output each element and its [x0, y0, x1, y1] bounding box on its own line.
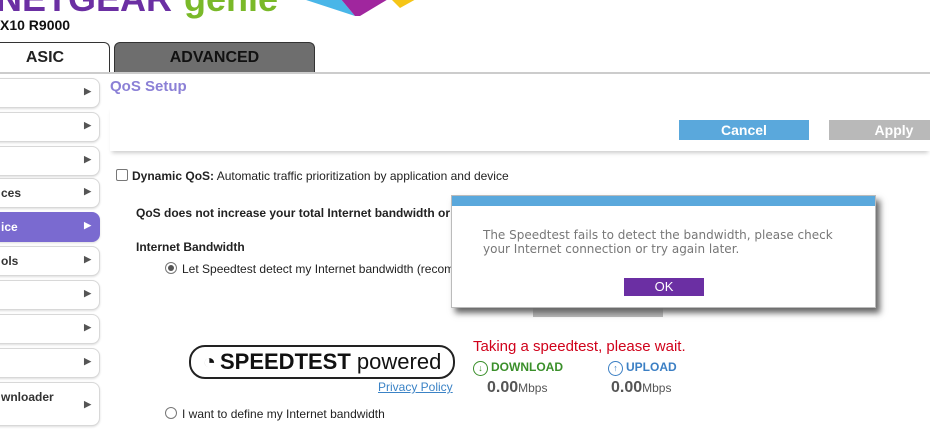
sidebar-item-label: ols [1, 254, 19, 268]
bandwidth-heading: Internet Bandwidth [136, 240, 245, 254]
sidebar-item-9[interactable]: ▶ [0, 348, 100, 378]
speedtest-logo: ◔ SPEEDTEST powered [189, 345, 455, 379]
radio-manual-row: I want to define my Internet bandwidth [165, 407, 385, 421]
chevron-right-icon: ▶ [84, 322, 91, 332]
sidebar-item-label: ice [1, 220, 18, 234]
download-unit: Mbps [518, 381, 548, 395]
sidebar-item-2[interactable]: ▶ [0, 112, 100, 142]
sidebar-item-7[interactable]: ▶ [0, 280, 100, 310]
download-number: 0.00 [487, 379, 519, 396]
speedtest-radio-label: Let Speedtest detect my Internet bandwid… [182, 262, 455, 276]
dynamic-qos-desc: Automatic traffic prioritization by appl… [216, 169, 509, 183]
sidebar-item-downloader[interactable]: wnloader ▶ [0, 382, 100, 426]
chevron-right-icon: ▶ [84, 186, 91, 196]
speedtest-powered-text: powered [356, 349, 442, 374]
chevron-right-icon: ▶ [84, 288, 91, 298]
dynamic-qos-checkbox[interactable] [116, 169, 128, 181]
upload-arrow-icon: ↑ [608, 361, 623, 376]
speedtest-status: Taking a speedtest, please wait. [473, 338, 686, 355]
sidebar-item-label: ces [1, 186, 22, 200]
upload-value: 0.00Mbps [611, 379, 671, 397]
upload-label-row: ↑ UPLOAD [608, 360, 677, 376]
sidebar-item-3[interactable]: ▶ [0, 146, 100, 176]
chevron-right-icon: ▶ [84, 154, 91, 164]
dialog-message: The Speedtest fails to detect the bandwi… [483, 228, 833, 256]
tab-basic[interactable]: ASIC [0, 42, 110, 73]
cancel-button[interactable]: Cancel [679, 120, 809, 140]
apply-button[interactable]: Apply [829, 120, 930, 140]
dynamic-qos-row: Dynamic QoS: Automatic traffic prioritiz… [116, 169, 509, 183]
chevron-right-icon: ▶ [84, 120, 91, 130]
ok-button[interactable]: OK [624, 278, 704, 296]
action-bar: Cancel Apply [110, 105, 930, 151]
router-model: X10 R9000 [0, 17, 71, 33]
page-title: QoS Setup [110, 78, 187, 95]
speedtest-wordmark: SPEEDTEST [219, 349, 351, 374]
sidebar-item-1[interactable]: ▶ [0, 78, 100, 108]
dialog-header-bar [452, 196, 875, 206]
privacy-policy-link[interactable]: Privacy Policy [378, 380, 453, 394]
dynamic-qos-label: Dynamic QoS: [132, 169, 215, 183]
chevron-right-icon: ▶ [84, 220, 91, 230]
sidebar-item-8[interactable]: ▶ [0, 314, 100, 344]
download-value: 0.00Mbps [487, 379, 547, 397]
sidebar-item-label: wnloader [1, 390, 54, 404]
sidebar-item-devices[interactable]: ces ▶ [0, 178, 100, 208]
chevron-right-icon: ▶ [84, 399, 91, 409]
sidebar-item-tools[interactable]: ols ▶ [0, 246, 100, 276]
download-arrow-icon: ↓ [473, 361, 488, 376]
manual-radio-label: I want to define my Internet bandwidth [182, 407, 385, 421]
tab-divider [0, 72, 930, 74]
speedtest-radio[interactable] [165, 262, 177, 274]
upload-unit: Mbps [642, 381, 672, 395]
tab-advanced[interactable]: ADVANCED [114, 42, 315, 73]
chevron-right-icon: ▶ [84, 254, 91, 264]
chevron-right-icon: ▶ [84, 356, 91, 366]
genie-logo-icon [306, 0, 415, 16]
qos-note: QoS does not increase your total Interne… [136, 206, 451, 220]
upload-label: UPLOAD [626, 360, 677, 374]
radio-speedtest-row: Let Speedtest detect my Internet bandwid… [165, 262, 454, 276]
genie-wordmark: genie [184, 0, 278, 19]
download-label: DOWNLOAD [491, 360, 563, 374]
download-label-row: ↓ DOWNLOAD [473, 360, 563, 376]
speedtest-gauge-icon: ◔ [202, 349, 216, 374]
speedtest-error-dialog: The Speedtest fails to detect the bandwi… [451, 195, 876, 308]
sidebar-item-service[interactable]: ice ▶ [0, 212, 100, 242]
upload-number: 0.00 [611, 379, 643, 396]
chevron-right-icon: ▶ [84, 86, 91, 96]
manual-bandwidth-radio[interactable] [165, 407, 177, 419]
